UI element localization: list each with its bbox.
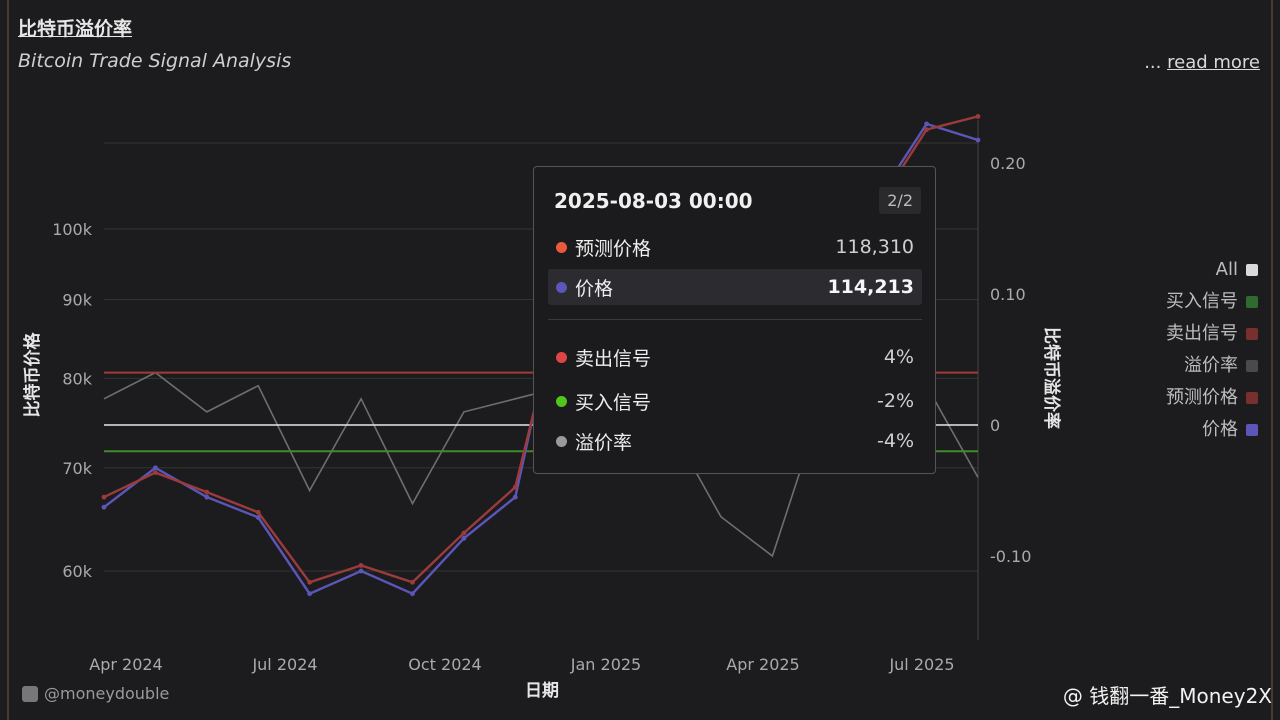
x-axis-title: 日期 [525, 681, 559, 701]
price-point [358, 568, 364, 574]
tooltip-row-value: -4% [877, 430, 914, 452]
tooltip-row-buy: 买入信号 -2% [548, 383, 922, 419]
legend-swatch [1246, 264, 1258, 276]
predicted-point [153, 470, 158, 475]
price-point [307, 591, 313, 597]
avatar [22, 685, 38, 702]
price-point [924, 121, 929, 127]
legend-label: 溢价率 [1184, 355, 1238, 376]
legend-label: 价格 [1202, 419, 1238, 440]
x-tick-label: Apr 2025 [726, 655, 799, 674]
y-right-tick-label: -0.10 [990, 547, 1031, 566]
legend-swatch [1246, 392, 1258, 404]
tooltip-dot [556, 241, 567, 253]
tooltip-row-predicted: 预测价格 118,310 [548, 229, 922, 265]
legend-item[interactable]: 价格 [1166, 414, 1258, 446]
tooltip-row-label: 卖出信号 [575, 347, 652, 370]
predicted-point [512, 484, 518, 490]
legend-swatch [1246, 424, 1258, 436]
price-point [410, 591, 415, 597]
author-handle[interactable]: @moneydouble [22, 684, 169, 703]
tooltip-row-label: 预测价格 [575, 237, 652, 260]
price-point [512, 494, 518, 500]
y-left-tick-label: 60k [62, 562, 92, 581]
y-left-tick-label: 90k [62, 291, 92, 310]
y-right-tick-label: 0.10 [990, 285, 1026, 304]
predicted-point [255, 509, 261, 515]
legend-item[interactable]: 溢价率 [1166, 350, 1258, 382]
tooltip-row-label: 价格 [575, 277, 614, 300]
watermark: @ 钱翻一番_Money2X [1062, 684, 1272, 708]
price-point [101, 504, 107, 510]
legend-swatch [1246, 296, 1258, 308]
x-tick-label: Oct 2024 [408, 655, 481, 674]
author-handle-text: @moneydouble [44, 684, 170, 703]
legend-swatch [1246, 328, 1258, 340]
y-right-tick-label: 0.20 [990, 154, 1026, 173]
predicted-point [204, 489, 210, 495]
y-left-axis-title: 比特币价格 [22, 332, 43, 418]
predicted-point [924, 127, 929, 133]
predicted-point [307, 579, 313, 585]
price-point [461, 535, 467, 541]
tooltip-row-sell: 卖出信号 4% [548, 339, 922, 375]
tooltip-row-label: 溢价率 [575, 431, 633, 454]
legend-label: 预测价格 [1166, 387, 1238, 408]
x-tick-label: Jan 2025 [570, 655, 641, 674]
tooltip-dot [556, 351, 567, 363]
tooltip-row-value: 118,310 [835, 236, 914, 258]
price-point [975, 137, 981, 143]
predicted-point [461, 530, 467, 536]
tooltip-divider [548, 319, 922, 320]
predicted-point [101, 494, 107, 500]
predicted-point [358, 563, 364, 568]
legend-item[interactable]: 卖出信号 [1166, 318, 1258, 350]
price-point [153, 465, 158, 471]
tooltip-row-value: -2% [877, 390, 914, 412]
predicted-point [975, 114, 981, 119]
y-left-tick-label: 100k [52, 220, 93, 239]
predicted-point [410, 579, 415, 585]
tooltip-row-value: 114,213 [827, 276, 914, 298]
y-right-tick-label: 0 [990, 416, 1000, 435]
y-right-axis-title: 比特币溢价率 [1041, 327, 1062, 429]
tooltip-row-price: 价格 114,213 [548, 269, 922, 305]
y-left-tick-label: 80k [62, 369, 92, 388]
x-tick-label: Jul 2025 [888, 655, 954, 674]
legend-label: All [1215, 259, 1238, 280]
y-left-tick-label: 70k [62, 459, 92, 478]
legend-item[interactable]: 买入信号 [1166, 286, 1258, 318]
legend-label: 卖出信号 [1166, 323, 1238, 344]
x-tick-label: Jul 2024 [251, 655, 317, 674]
tooltip-page-indicator[interactable]: 2/2 [879, 187, 921, 214]
tooltip-row-label: 买入信号 [575, 391, 652, 414]
tooltip-dot [556, 395, 567, 407]
tooltip: 2025-08-03 00:00 2/2 预测价格 118,310 价格 114… [533, 166, 936, 474]
price-point [204, 494, 210, 500]
tooltip-dot [556, 435, 567, 447]
tooltip-date: 2025-08-03 00:00 [554, 189, 753, 213]
tooltip-row-premium: 溢价率 -4% [548, 423, 922, 459]
legend-item[interactable]: All [1166, 254, 1258, 286]
legend-label: 买入信号 [1166, 291, 1238, 312]
legend-item[interactable]: 预测价格 [1166, 382, 1258, 414]
tooltip-dot [556, 281, 567, 293]
legend: All 买入信号卖出信号溢价率预测价格价格 [1166, 254, 1258, 446]
tooltip-row-value: 4% [883, 346, 914, 368]
legend-swatch [1246, 360, 1258, 372]
x-tick-label: Apr 2024 [89, 655, 162, 674]
